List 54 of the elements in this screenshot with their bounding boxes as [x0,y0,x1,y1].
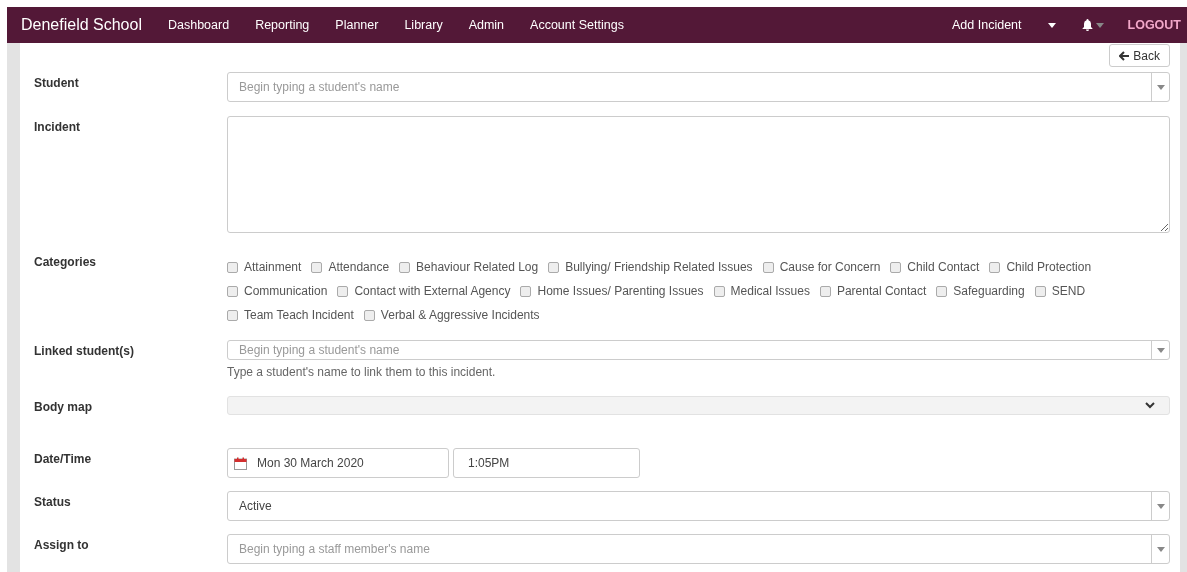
caret-icon [1156,347,1165,353]
nav-link[interactable]: Reporting [242,15,323,35]
caret-icon[interactable] [1047,22,1056,28]
category-checkbox[interactable]: Verbal & Aggressive Incidents [363,303,540,327]
back-button[interactable]: Back [1109,44,1170,67]
field-label: Student [34,75,80,92]
category-checkbox[interactable]: Bullying/ Friendship Related Issues [548,255,753,279]
caret-icon [1156,84,1165,90]
category-checkbox[interactable]: SEND [1034,279,1086,303]
placeholder-text: Begin typing a student's name [239,342,400,359]
nav-link[interactable]: Admin [455,15,518,35]
category-checkbox[interactable]: Attainment [227,255,302,279]
caret-icon [1156,546,1165,552]
nav-link[interactable]: Dashboard [154,15,243,35]
notifications-button[interactable] [1081,19,1104,31]
category-checkbox[interactable]: Team Teach Incident [227,303,354,327]
caret-icon [1156,503,1165,509]
select-value: Active [239,498,272,515]
field-label: Date/Time [34,451,93,468]
brand-link[interactable]: Denefield School [21,13,142,37]
category-checkbox[interactable]: Safeguarding [936,279,1025,303]
select-field[interactable]: Active [227,491,1170,521]
category-checkbox[interactable]: Behaviour Related Log [399,255,539,279]
nav-link[interactable]: Account Settings [517,15,637,35]
category-checkbox[interactable]: Child Protection [989,255,1092,279]
field-label: Body map [34,399,93,416]
field-label: Categories [34,254,98,271]
category-checkbox[interactable]: Cause for Concern [762,255,881,279]
category-checkbox[interactable]: Contact with External Agency [337,279,511,303]
body-map-toggle[interactable] [227,396,1170,415]
bell-icon [1081,19,1093,31]
help-text: Type a student's name to link them to this incident. [227,364,497,381]
nav-link[interactable]: Library [391,15,456,35]
field-label: Incident [34,119,81,136]
caret-icon [1095,22,1104,28]
category-checkbox[interactable]: Parental Contact [819,279,927,303]
category-checkbox[interactable]: Communication [227,279,328,303]
category-checkbox[interactable]: Attendance [311,255,390,279]
calendar-icon [234,456,247,470]
date-field[interactable]: Mon 30 March 2020 [227,448,449,478]
placeholder-text: Begin typing a staff member's name [239,541,430,558]
add-incident-link[interactable]: Add Incident [952,15,1022,35]
arrow-left-icon [1119,50,1130,61]
field-label: Assign to [34,537,90,554]
nav-link[interactable]: Planner [322,15,392,35]
category-checkbox[interactable]: Home Issues/ Parenting Issues [520,279,704,303]
logout-link[interactable]: LOGOUT [1127,15,1181,35]
placeholder-text: Begin typing a student's name [239,79,400,96]
category-checkbox[interactable]: Medical Issues [713,279,810,303]
field-label: Linked student(s) [34,343,135,360]
field-label: Status [34,494,72,511]
chevron-icon [1145,402,1155,409]
time-field[interactable]: 1:05PM [453,448,640,478]
category-checkbox[interactable]: Child Contact [890,255,980,279]
